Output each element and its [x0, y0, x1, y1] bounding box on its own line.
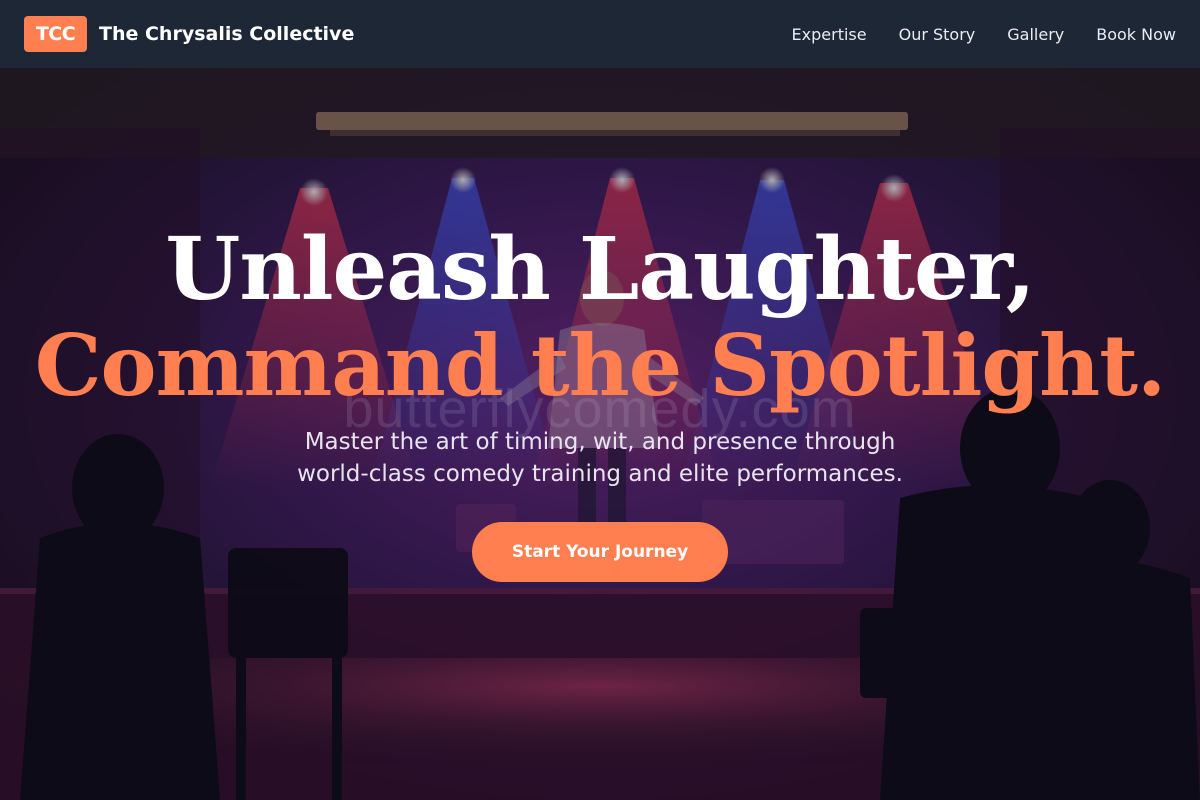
subtitle-line-2: world-class comedy training and elite pe…	[297, 461, 903, 487]
nav-link-our-story[interactable]: Our Story	[899, 25, 976, 44]
start-your-journey-button[interactable]: Start Your Journey	[472, 522, 728, 582]
logo-badge[interactable]: TCC	[24, 16, 87, 52]
hero-content: butterflycomedy.com Unleash Laughter, Co…	[0, 0, 1200, 800]
main-nav: Expertise Our Story Gallery Book Now	[792, 25, 1176, 44]
subtitle-line-1: Master the art of timing, wit, and prese…	[304, 429, 896, 455]
nav-link-book-now[interactable]: Book Now	[1096, 25, 1176, 44]
brand[interactable]: TCC The Chrysalis Collective	[24, 16, 354, 52]
headline-line-1: Unleash Laughter,	[165, 219, 1035, 320]
hero-headline: Unleash Laughter, Command the Spotlight.	[0, 222, 1200, 414]
nav-link-gallery[interactable]: Gallery	[1007, 25, 1064, 44]
nav-link-expertise[interactable]: Expertise	[792, 25, 867, 44]
hero-subtitle: Master the art of timing, wit, and prese…	[250, 426, 950, 490]
brand-name[interactable]: The Chrysalis Collective	[99, 23, 354, 45]
headline-line-2: Command the Spotlight.	[34, 316, 1167, 415]
site-header: TCC The Chrysalis Collective Expertise O…	[0, 0, 1200, 68]
